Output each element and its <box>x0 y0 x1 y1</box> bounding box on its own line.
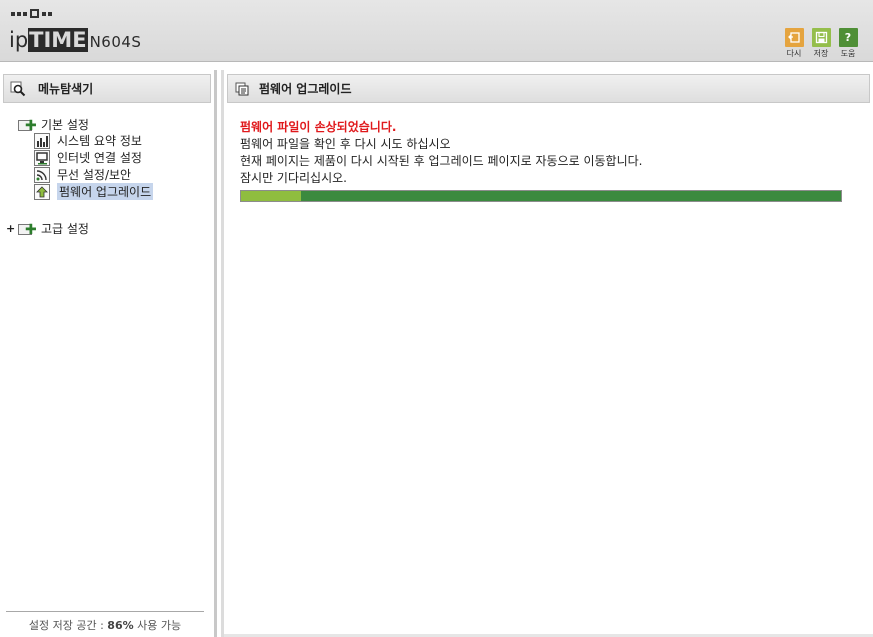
storage-value: 86% <box>107 619 134 632</box>
undo-icon <box>784 28 804 47</box>
save-icon <box>811 28 831 47</box>
tree-group-basic[interactable]: ✚ 기본 설정 <box>18 116 89 133</box>
toolbar: 다시 저장 ? 도움 <box>784 28 858 59</box>
search-icon <box>10 81 26 97</box>
folder-plus-icon: ✚ <box>18 118 38 133</box>
tree-item-label: 인터넷 연결 설정 <box>57 151 142 165</box>
undo-label: 다시 <box>786 49 802 58</box>
progress-bar <box>240 190 842 202</box>
folder-plus-icon: ✚ <box>18 222 38 237</box>
wireless-icon <box>34 166 50 183</box>
logo-ip: ip <box>9 28 29 52</box>
storage-suffix: 사용 가능 <box>137 619 182 632</box>
logo-mark <box>11 9 52 18</box>
tree-group-advanced[interactable]: + ✚ 고급 설정 <box>6 220 89 237</box>
progress-fill <box>241 191 301 201</box>
message-line: 펌웨어 파일을 확인 후 다시 시도 하십시오 <box>240 137 451 151</box>
menu-explorer-header: 메뉴탐색기 <box>3 74 211 103</box>
message-line: 현재 페이지는 제품이 다시 시작된 후 업그레이드 페이지로 자동으로 이동합… <box>240 154 643 168</box>
undo-button[interactable]: 다시 <box>784 28 804 59</box>
tree-item-label-selected: 펌웨어 업그레이드 <box>57 183 154 200</box>
chart-icon <box>34 132 50 149</box>
menu-explorer-title: 메뉴탐색기 <box>38 82 94 96</box>
error-message: 펌웨어 파일이 손상되었습니다. <box>240 120 397 134</box>
expand-icon[interactable]: + <box>6 222 15 235</box>
main-panel-header: 펌웨어 업그레이드 <box>227 74 870 103</box>
page-title: 펌웨어 업그레이드 <box>259 82 352 96</box>
tree-item-system-summary[interactable]: 시스템 요약 정보 <box>34 132 142 149</box>
tree-item-label: 무선 설정/보안 <box>57 168 132 182</box>
upgrade-icon <box>34 183 50 200</box>
help-button[interactable]: ? 도움 <box>838 28 858 59</box>
header: ipTIME N604S 다시 저장 ? 도움 <box>0 0 873 62</box>
save-label: 저장 <box>813 49 829 58</box>
model-name: N604S <box>89 33 142 51</box>
message-block: 펌웨어 파일이 손상되었습니다. 펌웨어 파일을 확인 후 다시 시도 하십시오… <box>240 119 642 187</box>
save-button[interactable]: 저장 <box>811 28 831 59</box>
tree-item-wireless[interactable]: 무선 설정/보안 <box>34 166 131 183</box>
storage-prefix: 설정 저장 공간 : <box>28 619 104 632</box>
tree-group-label: 기본 설정 <box>41 118 89 132</box>
help-label: 도움 <box>840 49 856 58</box>
tree-item-firmware-upgrade[interactable]: 펌웨어 업그레이드 <box>34 183 154 200</box>
window-icon <box>234 81 250 97</box>
tree-group-label: 고급 설정 <box>41 222 89 236</box>
logo-time: TIME <box>28 28 88 52</box>
menu-explorer: 메뉴탐색기 ✚ 기본 설정 시스템 요약 정보 인터넷 연결 설정 무선 설정/… <box>0 70 217 637</box>
tree-item-label: 시스템 요약 정보 <box>57 134 142 148</box>
tree-item-internet-setup[interactable]: 인터넷 연결 설정 <box>34 149 142 166</box>
divider <box>6 611 204 612</box>
brand-logo: ipTIME N604S <box>9 28 141 52</box>
main-panel: 펌웨어 업그레이드 펌웨어 파일이 손상되었습니다. 펌웨어 파일을 확인 후 … <box>221 70 873 637</box>
help-icon: ? <box>838 28 858 47</box>
storage-status: 설정 저장 공간 : 86% 사용 가능 <box>0 617 210 633</box>
monitor-icon <box>34 149 50 166</box>
message-line: 잠시만 기다리십시오. <box>240 171 347 185</box>
